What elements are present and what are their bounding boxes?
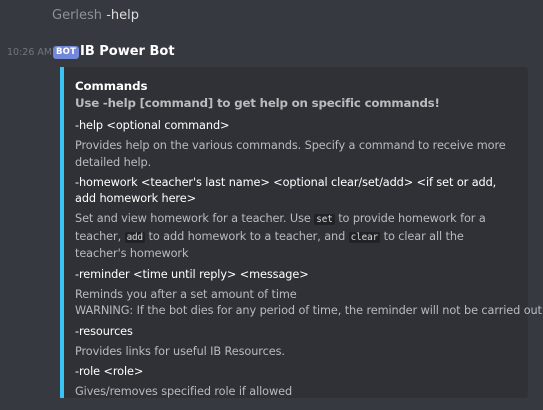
previous-message: Gerlesh -help (52, 7, 139, 25)
embed-field-reminder: -reminder <time until reply> <message> R… (75, 267, 543, 320)
field-name-homework: -homework <teacher's last name> <optiona… (75, 176, 497, 205)
embed-field-help: -help <optional command> Provides help o… (75, 118, 514, 171)
reminder-description: Reminds you after a set amount of time (75, 287, 297, 301)
code-set: set (314, 214, 335, 225)
field-value-role: Gives/removes specified role if allowed (75, 385, 293, 398)
reminder-warning: WARNING: If the bot dies for any period … (75, 304, 543, 317)
homework-text-3: to add homework to a teacher, and (145, 229, 349, 243)
field-name-help: -help <optional command> (75, 119, 230, 132)
message-timestamp: 10:26 AM (7, 47, 53, 58)
help-embed: Commands Use -help [command] to get help… (60, 67, 543, 401)
field-value-help: Provides help on the various commands. S… (75, 139, 506, 169)
code-add: add (124, 231, 146, 243)
embed-field-resources: -resources Provides links for useful IB … (75, 324, 514, 361)
homework-text-1: Set and view homework for a teacher. Use (75, 212, 315, 225)
previous-message-author[interactable]: Gerlesh (52, 8, 102, 23)
bot-username[interactable]: IB Power Bot (80, 43, 175, 61)
field-name-reminder: -reminder <time until reply> <message> (75, 267, 309, 281)
embed-title: Commands (75, 79, 148, 93)
previous-message-content: -help (106, 8, 139, 23)
bot-tag-badge: BOT (53, 46, 80, 59)
field-name-role: -role <role> (75, 365, 144, 378)
field-value-resources: Provides links for useful IB Resources. (75, 344, 285, 358)
embed-field-role: -role <role> Gives/removes specified rol… (75, 364, 514, 401)
code-clear: clear (348, 231, 381, 243)
field-name-resources: -resources (75, 324, 133, 338)
field-value-reminder: Reminds you after a set amount of time W… (75, 287, 543, 320)
field-value-homework: Set and view homework for a teacher. Use… (75, 211, 514, 263)
embed-description: Use -help [command] to get help on speci… (75, 96, 440, 110)
embed-field-homework: -homework <teacher's last name> <optiona… (75, 175, 514, 263)
